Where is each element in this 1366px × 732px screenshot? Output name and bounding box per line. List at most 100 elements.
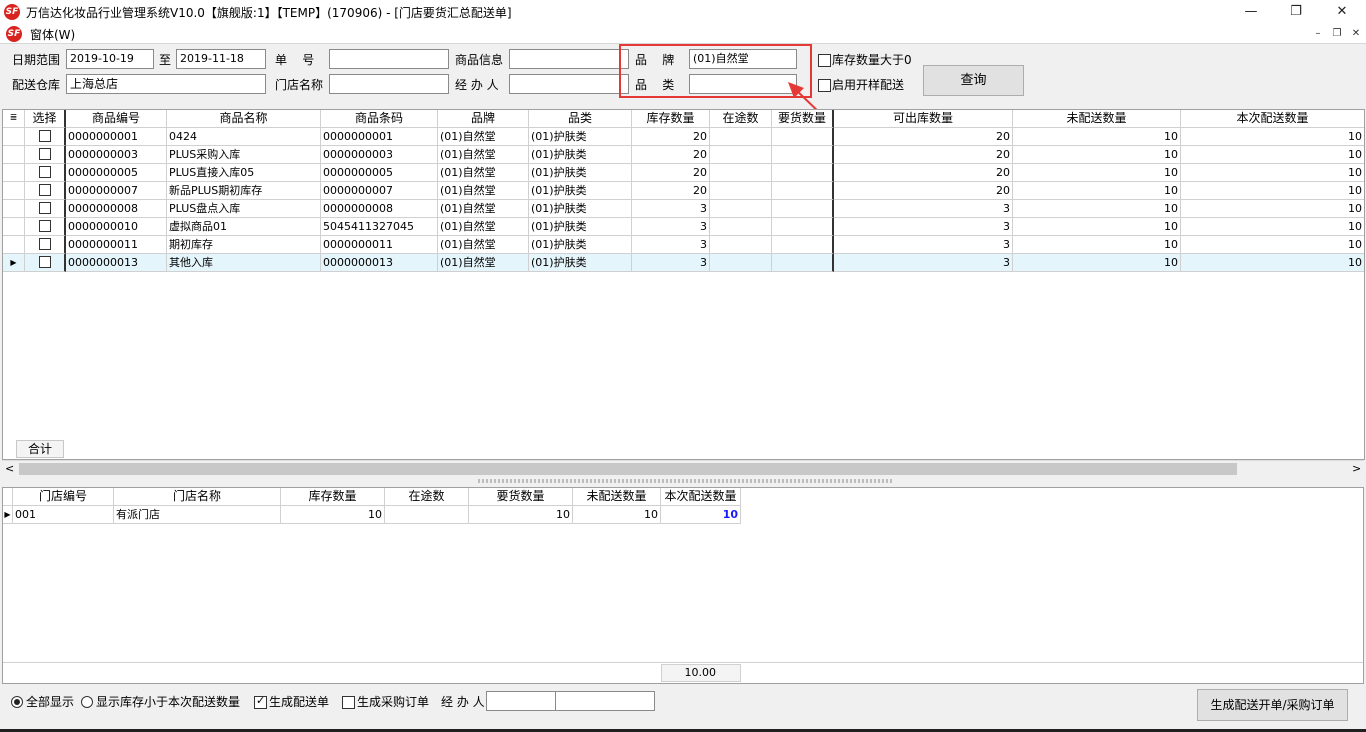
order-no-input[interactable] xyxy=(329,49,449,69)
cell-brand: (01)自然堂 xyxy=(438,218,529,236)
panel-splitter[interactable] xyxy=(478,479,892,483)
scroll-left-icon[interactable]: < xyxy=(5,462,14,475)
select-checkbox[interactable] xyxy=(38,130,51,142)
cell-available: 20 xyxy=(834,128,1013,146)
product-grid[interactable]: ≣ 选择 商品编号 商品名称 商品条码 品牌 品类 库存数量 在途数 要货数量 可出库数量 未配送数量… xyxy=(2,109,1365,460)
column-header[interactable]: 门店名称 xyxy=(114,488,281,506)
cell-transit xyxy=(710,200,772,218)
cell-this-delivery: 10 xyxy=(1181,218,1364,236)
menu-bar: SF 窗体(W) – ❐ ✕ xyxy=(0,24,1366,44)
column-header[interactable]: 在途数 xyxy=(710,110,772,128)
scrollbar-thumb[interactable] xyxy=(19,463,1237,475)
select-cell[interactable] xyxy=(25,128,66,146)
select-cell[interactable] xyxy=(25,146,66,164)
select-checkbox[interactable] xyxy=(38,238,51,250)
column-header[interactable]: 未配送数量 xyxy=(573,488,661,506)
query-button[interactable]: 查询 xyxy=(923,65,1024,96)
select-checkbox[interactable] xyxy=(38,148,51,160)
column-header[interactable]: 可出库数量 xyxy=(834,110,1013,128)
column-header[interactable]: 库存数量 xyxy=(281,488,385,506)
cell-stock: 20 xyxy=(632,146,710,164)
store-name-label: 门店名称 xyxy=(275,78,324,92)
column-header[interactable]: 商品名称 xyxy=(167,110,321,128)
cell-barcode: 0000000011 xyxy=(321,236,438,254)
select-cell[interactable] xyxy=(25,218,66,236)
store-grid[interactable]: 门店编号 门店名称 库存数量 在途数 要货数量 未配送数量 本次配送数量 10.00 ▶ 00… xyxy=(2,487,1364,684)
cell-this-delivery[interactable]: 10 xyxy=(661,506,741,524)
cell-category: (01)护肤类 xyxy=(529,182,632,200)
table-row[interactable]: 0000000011 期初库存 0000000011 (01)自然堂 (01)护肤类 3 3… xyxy=(3,236,1364,254)
table-row[interactable]: 0000000001 0424 0000000001 (01)自然堂 (01)护肤类 20… xyxy=(3,128,1364,146)
cell-stock: 20 xyxy=(632,182,710,200)
table-row[interactable]: 0000000010 虚拟商品01 5045411327045 (01)自然堂 (01)… xyxy=(3,218,1364,236)
column-header[interactable]: 要货数量 xyxy=(469,488,573,506)
cell-brand: (01)自然堂 xyxy=(438,164,529,182)
close-button[interactable]: ✕ xyxy=(1319,0,1365,24)
select-checkbox[interactable] xyxy=(38,256,51,268)
table-row[interactable]: 0000000008 PLUS盘点入库 0000000008 (01)自然堂 (01)护… xyxy=(3,200,1364,218)
row-indicator xyxy=(3,164,25,182)
handler-input[interactable] xyxy=(509,74,629,94)
table-row[interactable]: 0000000007 新品PLUS期初库存 0000000007 (01)自然堂 (01… xyxy=(3,182,1364,200)
column-header[interactable]: 要货数量 xyxy=(772,110,834,128)
gen-dist-checkbox[interactable] xyxy=(254,694,267,709)
select-checkbox[interactable] xyxy=(38,220,51,232)
mdi-restore-button[interactable]: ❐ xyxy=(1329,27,1345,41)
table-row[interactable]: ▶ 0000000013 其他入库 0000000013 (01)自然堂 (01)护肤类 3… xyxy=(3,254,1364,272)
column-header[interactable]: 选择 xyxy=(25,110,66,128)
generate-order-button[interactable]: 生成配送开单/采购订单 xyxy=(1197,689,1348,721)
select-checkbox[interactable] xyxy=(38,184,51,196)
bottom-handler-code-input[interactable] xyxy=(486,691,556,711)
select-cell[interactable] xyxy=(25,200,66,218)
column-header[interactable]: 本次配送数量 xyxy=(661,488,741,506)
scroll-right-icon[interactable]: > xyxy=(1352,462,1361,475)
select-cell[interactable] xyxy=(25,182,66,200)
cell-name: PLUS盘点入库 xyxy=(167,200,321,218)
bottom-handler-name-input[interactable] xyxy=(555,691,655,711)
column-header[interactable]: 本次配送数量 xyxy=(1181,110,1364,128)
gen-purchase-checkbox[interactable] xyxy=(342,696,355,709)
cell-name: 虚拟商品01 xyxy=(167,218,321,236)
table-row[interactable]: 0000000005 PLUS直接入库05 0000000005 (01)自然堂 (01… xyxy=(3,164,1364,182)
column-header[interactable]: 库存数量 xyxy=(632,110,710,128)
select-cell[interactable] xyxy=(25,164,66,182)
mdi-minimize-button[interactable]: – xyxy=(1310,27,1326,41)
table-row[interactable]: ▶ 001 有派门店 10 10 10 10 xyxy=(3,506,741,524)
product-info-input[interactable] xyxy=(509,49,629,69)
select-cell[interactable] xyxy=(25,254,66,272)
app-logo-icon: SF xyxy=(4,4,20,20)
handler-label: 经 办 人 xyxy=(455,78,499,92)
select-checkbox[interactable] xyxy=(38,166,51,178)
mdi-logo-icon: SF xyxy=(6,26,22,42)
cell-available: 20 xyxy=(834,164,1013,182)
show-low-stock-radio[interactable] xyxy=(81,696,93,708)
order-no-label: 单 号 xyxy=(275,53,315,67)
cell-demand xyxy=(772,254,834,272)
horizontal-scrollbar[interactable]: < > xyxy=(2,460,1364,477)
column-header[interactable]: 商品条码 xyxy=(321,110,438,128)
column-header[interactable]: 门店编号 xyxy=(13,488,114,506)
select-checkbox[interactable] xyxy=(38,202,51,214)
date-from-input[interactable]: 2019-10-19 xyxy=(66,49,154,69)
menu-window[interactable]: 窗体(W) xyxy=(30,26,75,43)
stock-gt-zero-checkbox[interactable] xyxy=(818,54,831,67)
warehouse-input[interactable]: 上海总店 xyxy=(66,74,266,94)
minimize-button[interactable]: — xyxy=(1228,0,1274,24)
column-header[interactable]: 在途数 xyxy=(385,488,469,506)
column-header[interactable]: 品牌 xyxy=(438,110,529,128)
show-all-radio[interactable] xyxy=(11,696,23,708)
select-cell[interactable] xyxy=(25,236,66,254)
cell-available: 3 xyxy=(834,218,1013,236)
grid-total-label: 合计 xyxy=(16,440,64,458)
table-row[interactable]: 0000000003 PLUS采购入库 0000000003 (01)自然堂 (01)护… xyxy=(3,146,1364,164)
date-to-input[interactable]: 2019-11-18 xyxy=(176,49,266,69)
column-header[interactable]: 未配送数量 xyxy=(1013,110,1181,128)
cell-category: (01)护肤类 xyxy=(529,164,632,182)
store-name-input[interactable] xyxy=(329,74,449,94)
restore-button[interactable]: ❐ xyxy=(1273,0,1319,24)
cell-demand xyxy=(772,128,834,146)
column-header[interactable]: 品类 xyxy=(529,110,632,128)
cell-stock: 10 xyxy=(281,506,385,524)
mdi-close-button[interactable]: ✕ xyxy=(1348,27,1364,41)
column-header[interactable]: 商品编号 xyxy=(66,110,167,128)
